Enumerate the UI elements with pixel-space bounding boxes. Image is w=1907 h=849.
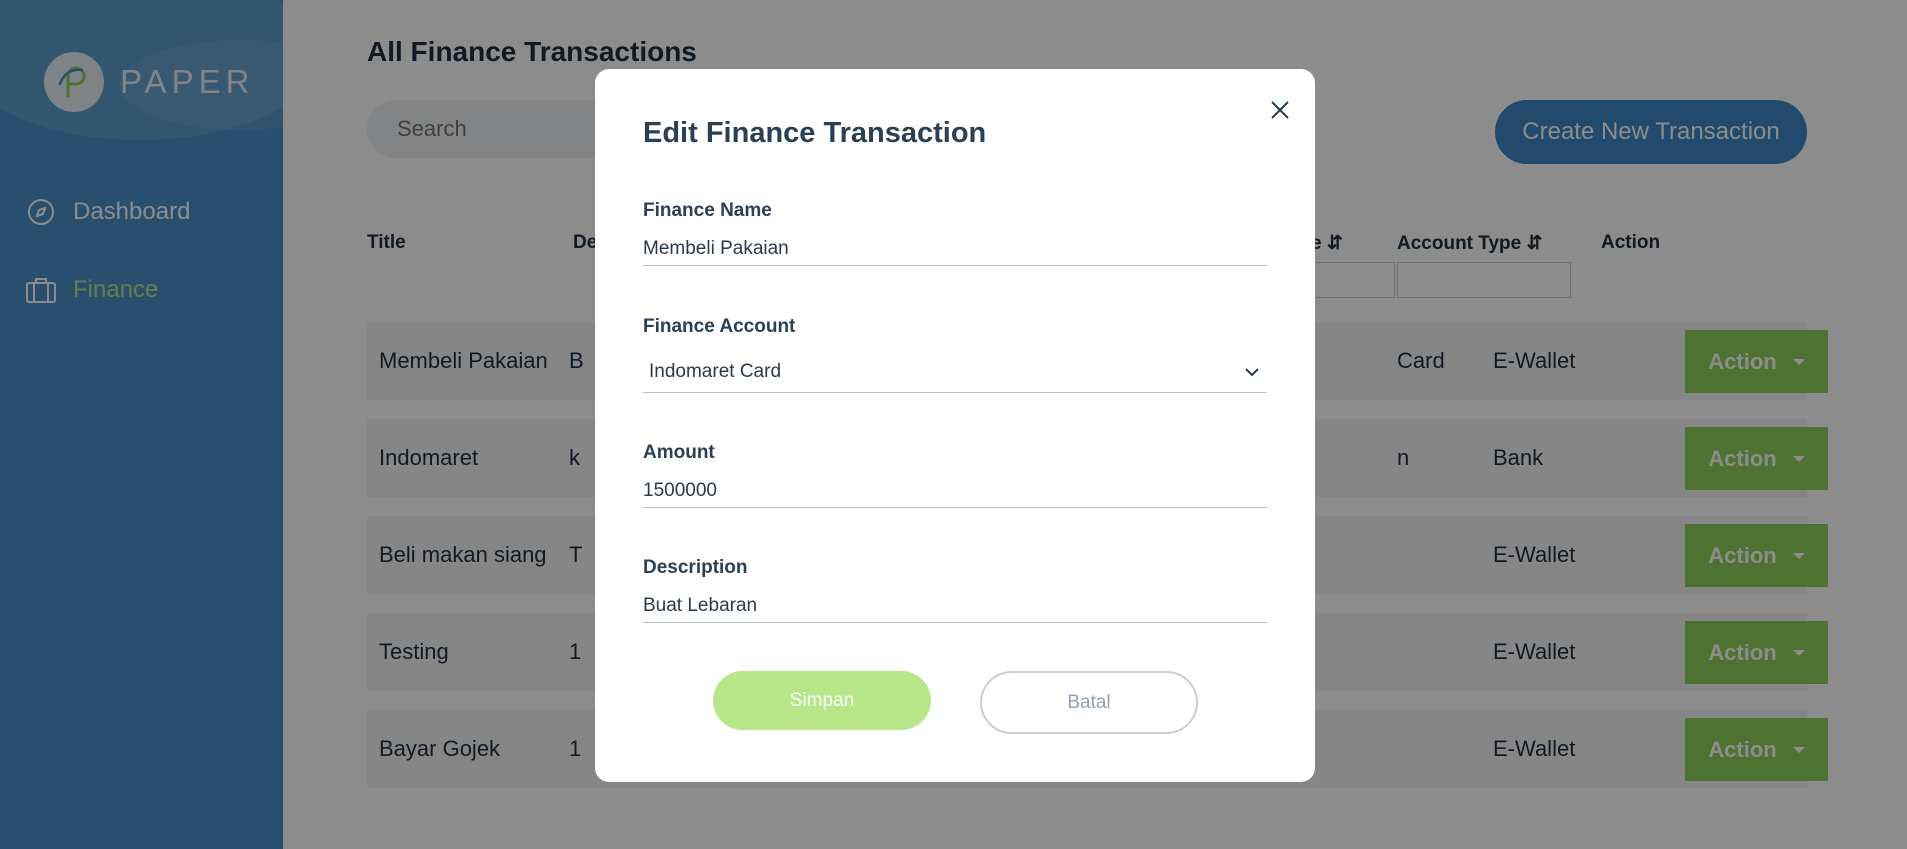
edit-transaction-modal: Edit Finance Transaction Finance Name Fi… xyxy=(595,69,1315,782)
chevron-down-icon xyxy=(1243,363,1261,381)
description-label: Description xyxy=(643,557,748,578)
finance-account-label: Finance Account xyxy=(643,316,796,337)
amount-label: Amount xyxy=(643,442,715,463)
close-icon[interactable] xyxy=(1265,95,1295,125)
modal-title: Edit Finance Transaction xyxy=(643,117,987,149)
amount-field[interactable] xyxy=(643,474,1267,508)
app-root: PAPER Dashboard Finance All Finance Tran… xyxy=(0,0,1907,849)
description-field[interactable] xyxy=(643,589,1267,623)
finance-account-select[interactable]: Indomaret Card xyxy=(643,353,1267,393)
cancel-button[interactable]: Batal xyxy=(980,671,1198,734)
finance-account-value: Indomaret Card xyxy=(649,361,782,382)
finance-name-field[interactable] xyxy=(643,232,1267,266)
save-button[interactable]: Simpan xyxy=(713,671,931,730)
finance-name-label: Finance Name xyxy=(643,200,772,221)
